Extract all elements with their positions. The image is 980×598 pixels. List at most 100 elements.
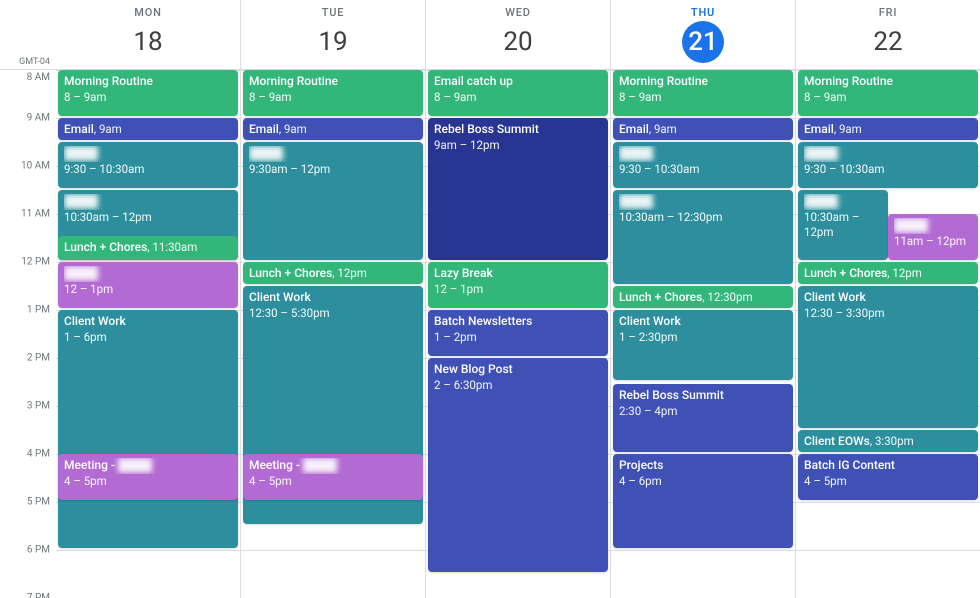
calendar-event[interactable]: Rebel Boss Summit2:30 – 4pm — [613, 384, 793, 452]
day-number[interactable]: 21 — [682, 21, 724, 63]
calendar-event[interactable]: ████10:30am – 12pm — [798, 190, 888, 260]
event-time: 12 – 1pm — [64, 282, 232, 297]
day-column[interactable]: Email catch up8 – 9amRebel Boss Summit9a… — [425, 70, 610, 598]
hour-label: 12 PM — [21, 257, 50, 268]
event-title: ████ — [804, 194, 882, 210]
day-header[interactable]: WED 20 — [425, 0, 610, 69]
calendar-event[interactable]: ████9:30 – 10:30am — [58, 142, 238, 188]
calendar-grid[interactable]: Morning Routine8 – 9amEmail9am████9:30 –… — [56, 70, 980, 598]
hour-label: 5 PM — [27, 497, 50, 508]
hour-label: 8 AM — [27, 72, 50, 83]
calendar-event[interactable]: Client EOWs3:30pm — [798, 430, 978, 452]
calendar-event[interactable]: Batch Newsletters1 – 2pm — [428, 310, 608, 356]
event-time: 9:30 – 10:30am — [64, 162, 232, 177]
event-time: 10:30am – 12:30pm — [619, 210, 787, 225]
calendar-event[interactable]: ████9:30 – 10:30am — [613, 142, 793, 188]
day-header[interactable]: MON18 — [56, 0, 240, 69]
event-title: Rebel Boss Summit — [619, 388, 787, 404]
event-time: 1 – 6pm — [64, 330, 232, 345]
time-gutter: 8 AM9 AM10 AM11 AM12 PM1 PM2 PM3 PM4 PM5… — [0, 70, 56, 598]
hour-label: 1 PM — [27, 305, 50, 316]
day-number[interactable]: 18 — [127, 21, 169, 63]
calendar-event[interactable]: Client Work1 – 2:30pm — [613, 310, 793, 380]
hour-label: 10 AM — [21, 161, 50, 172]
calendar-event[interactable]: Morning Routine8 – 9am — [798, 70, 978, 116]
calendar-event[interactable]: Batch IG Content4 – 5pm — [798, 454, 978, 500]
calendar-event[interactable]: New Blog Post2 – 6:30pm — [428, 358, 608, 572]
day-of-week-label: THU — [691, 6, 715, 19]
event-title: ████ — [619, 146, 787, 162]
day-header[interactable]: TUE 19 — [240, 0, 425, 69]
calendar-event[interactable]: Morning Routine8 – 9am — [58, 70, 238, 116]
day-of-week-label: TUE — [322, 6, 345, 19]
event-title: ████ — [249, 146, 417, 162]
calendar-week-view: GMT-04 MON18TUE19WED20THU21FRI22 8 AM9 A… — [0, 0, 980, 598]
timezone-label: GMT-04 — [19, 57, 50, 67]
day-of-week-label: WED — [505, 6, 530, 19]
event-time: 4 – 5pm — [249, 474, 417, 489]
calendar-event[interactable]: Client Work1 – 6pm — [58, 310, 238, 548]
day-number[interactable]: 22 — [867, 21, 909, 63]
calendar-event[interactable]: ████9:30 – 10:30am — [798, 142, 978, 188]
calendar-event[interactable]: Rebel Boss Summit9am – 12pm — [428, 118, 608, 260]
calendar-event[interactable]: Morning Routine8 – 9am — [243, 70, 423, 116]
event-time: 4 – 5pm — [804, 474, 972, 489]
day-number[interactable]: 19 — [312, 21, 354, 63]
calendar-event[interactable]: ████11am – 12pm — [888, 214, 978, 260]
event-title: Lunch + Chores — [249, 266, 332, 280]
calendar-event[interactable]: ████10:30am – 12:30pm — [613, 190, 793, 284]
calendar-event[interactable]: Projects4 – 6pm — [613, 454, 793, 548]
hour-label: 11 AM — [21, 209, 50, 220]
hour-label: 6 PM — [27, 545, 50, 556]
calendar-event[interactable]: Meeting - ████4 – 5pm — [58, 454, 238, 500]
event-time: 12 – 1pm — [434, 282, 602, 297]
day-column[interactable]: Morning Routine8 – 9amEmail9am████9:30 –… — [56, 70, 240, 598]
calendar-event[interactable]: Lunch + Chores11:30am — [58, 236, 238, 260]
calendar-event[interactable]: Email9am — [613, 118, 793, 140]
event-time: 9am — [649, 122, 677, 136]
calendar-event[interactable]: Meeting - ████4 – 5pm — [243, 454, 423, 500]
event-title: Email catch up — [434, 74, 602, 90]
calendar-event[interactable]: Lazy Break12 – 1pm — [428, 262, 608, 308]
event-time: 3:30pm — [870, 434, 914, 448]
event-title: Batch IG Content — [804, 458, 972, 474]
day-number[interactable]: 20 — [497, 21, 539, 63]
calendar-event[interactable]: ████9:30am – 12pm — [243, 142, 423, 260]
calendar-event[interactable]: Lunch + Chores12pm — [798, 262, 978, 284]
event-title: Rebel Boss Summit — [434, 122, 602, 138]
event-time: 1 – 2:30pm — [619, 330, 787, 345]
event-title: Lunch + Chores — [619, 290, 702, 304]
event-title: Lunch + Chores — [804, 266, 887, 280]
calendar-event[interactable]: Lunch + Chores12pm — [243, 262, 423, 284]
calendar-event[interactable]: Email9am — [798, 118, 978, 140]
event-time: 9:30 – 10:30am — [619, 162, 787, 177]
day-header[interactable]: FRI22 — [795, 0, 980, 69]
event-title: Lunch + Chores — [64, 240, 147, 254]
event-title: New Blog Post — [434, 362, 602, 378]
calendar-event[interactable]: Email catch up8 – 9am — [428, 70, 608, 116]
calendar-event[interactable]: ████12 – 1pm — [58, 262, 238, 308]
event-title: Client Work — [804, 290, 972, 306]
calendar-event[interactable]: Morning Routine8 – 9am — [613, 70, 793, 116]
event-time: 1 – 2pm — [434, 330, 602, 345]
day-column[interactable]: Morning Routine8 – 9amEmail9am████9:30 –… — [610, 70, 795, 598]
event-title: Morning Routine — [249, 74, 417, 90]
event-time: 8 – 9am — [804, 90, 972, 105]
day-header[interactable]: THU 21 — [610, 0, 795, 69]
timezone-column: GMT-04 — [0, 0, 56, 69]
calendar-event[interactable]: Client Work12:30 – 3:30pm — [798, 286, 978, 428]
day-column[interactable]: Morning Routine8 – 9amEmail9am████9:30 –… — [795, 70, 980, 598]
event-title: ████ — [64, 194, 232, 210]
calendar-event[interactable]: Lunch + Chores12:30pm — [613, 286, 793, 308]
event-time: 8 – 9am — [434, 90, 602, 105]
event-time: 11:30am — [147, 240, 197, 254]
event-time: 2 – 6:30pm — [434, 378, 602, 393]
calendar-event[interactable]: Email9am — [243, 118, 423, 140]
event-time: 4 – 6pm — [619, 474, 787, 489]
calendar-header: GMT-04 MON18 TUE 19 WED 20 THU 21 FRI22 — [0, 0, 980, 70]
event-time: 9:30am – 12pm — [249, 162, 417, 177]
event-time: 9:30 – 10:30am — [804, 162, 972, 177]
calendar-event[interactable]: Email9am — [58, 118, 238, 140]
event-title: Morning Routine — [64, 74, 232, 90]
day-column[interactable]: Morning Routine8 – 9amEmail9am████9:30am… — [240, 70, 425, 598]
